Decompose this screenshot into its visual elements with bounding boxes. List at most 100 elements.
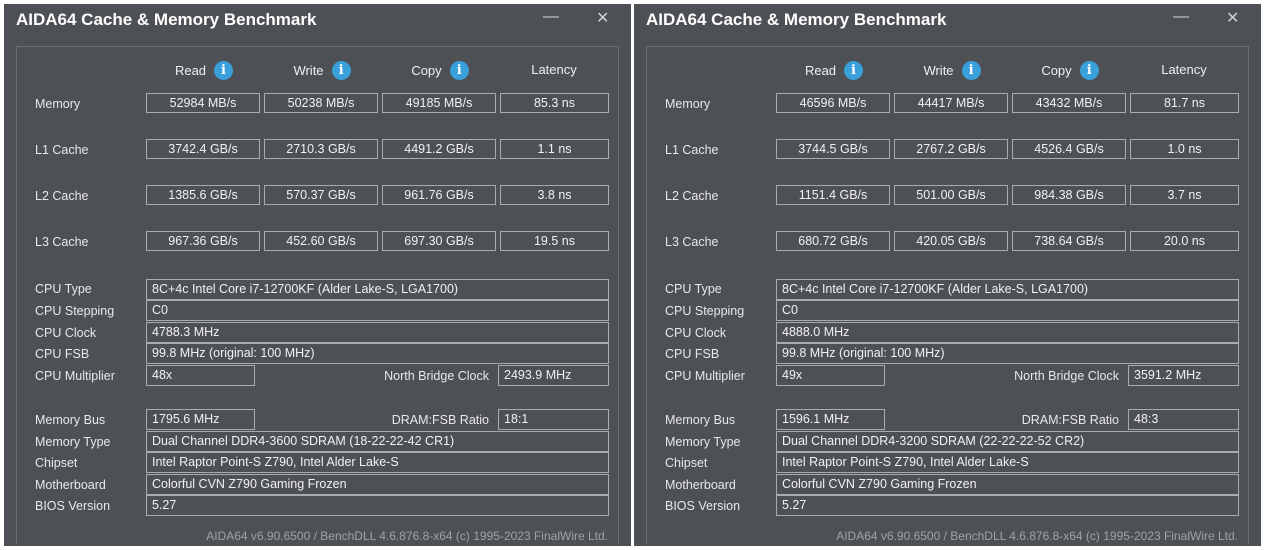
memory-type-label: Memory Type (665, 435, 741, 449)
minimize-icon[interactable]: — (543, 8, 559, 26)
l2-copy-value: 961.76 GB/s (382, 185, 496, 205)
title-bar[interactable]: AIDA64 Cache & Memory Benchmark — ✕ (4, 4, 631, 36)
info-icon[interactable]: i (961, 61, 981, 80)
benchmark-panel: Read i Write i Copy i Latency Memory 46596 … (646, 46, 1249, 544)
cpu-type-value: 8C+4c Intel Core i7-12700KF (Alder Lake-… (146, 279, 609, 300)
cpu-clock-label: CPU Clock (35, 326, 97, 340)
bios-version-value: 5.27 (146, 495, 609, 516)
motherboard-label: Motherboard (665, 478, 736, 492)
dram-fsb-ratio-value: 18:1 (498, 409, 609, 430)
cpu-fsb-label: CPU FSB (35, 347, 90, 361)
row-label-l2-cache: L2 Cache (35, 189, 89, 203)
memory-type-value: Dual Channel DDR4-3200 SDRAM (22-22-22-5… (776, 431, 1239, 452)
info-icon[interactable]: i (1079, 61, 1099, 80)
cpu-stepping-label: CPU Stepping (665, 304, 745, 318)
memory-bus-value: 1596.1 MHz (776, 409, 885, 430)
l2-latency-value: 3.7 ns (1130, 185, 1239, 205)
row-label-memory: Memory (35, 97, 81, 111)
copy-header: Copy i (382, 61, 498, 81)
l1-write-value: 2710.3 GB/s (264, 139, 378, 159)
chipset-value: Intel Raptor Point-S Z790, Intel Alder L… (776, 452, 1239, 473)
latency-header: Latency (500, 61, 608, 81)
cpu-clock-label: CPU Clock (665, 326, 727, 340)
memory-bus-value: 1795.6 MHz (146, 409, 255, 430)
info-icon[interactable]: i (449, 61, 469, 80)
cpu-clock-value: 4788.3 MHz (146, 322, 609, 343)
cpu-fsb-label: CPU FSB (665, 347, 720, 361)
l3-read-value: 680.72 GB/s (776, 231, 890, 251)
copy-header: Copy i (1012, 61, 1128, 81)
row-label-l3-cache: L3 Cache (665, 235, 719, 249)
window-title: AIDA64 Cache & Memory Benchmark (16, 10, 317, 29)
row-label-l2-cache: L2 Cache (665, 189, 719, 203)
chipset-label: Chipset (35, 456, 78, 470)
l1-write-value: 2767.2 GB/s (894, 139, 1008, 159)
cpu-type-value: 8C+4c Intel Core i7-12700KF (Alder Lake-… (776, 279, 1239, 300)
minimize-icon[interactable]: — (1173, 8, 1189, 26)
memory-copy-value: 49185 MB/s (382, 93, 496, 113)
cpu-stepping-label: CPU Stepping (35, 304, 115, 318)
close-icon[interactable]: ✕ (596, 8, 609, 28)
footer-text: AIDA64 v6.90.6500 / BenchDLL 4.6.876.8-x… (206, 529, 608, 543)
memory-read-value: 52984 MB/s (146, 93, 260, 113)
l1-latency-value: 1.1 ns (500, 139, 609, 159)
l1-copy-value: 4491.2 GB/s (382, 139, 496, 159)
l3-read-value: 967.36 GB/s (146, 231, 260, 251)
read-label: Read (804, 63, 837, 78)
north-bridge-clock-label: North Bridge Clock (1014, 369, 1119, 383)
l1-copy-value: 4526.4 GB/s (1012, 139, 1126, 159)
close-icon[interactable]: ✕ (1226, 8, 1239, 28)
row-label-l3-cache: L3 Cache (35, 235, 89, 249)
write-header: Write i (894, 61, 1010, 81)
row-label-l1-cache: L1 Cache (35, 143, 89, 157)
motherboard-value: Colorful CVN Z790 Gaming Frozen (146, 474, 609, 495)
l2-read-value: 1385.6 GB/s (146, 185, 260, 205)
info-icon[interactable]: i (844, 61, 864, 80)
benchmark-window-1: AIDA64 Cache & Memory Benchmark — ✕ Read… (4, 4, 631, 546)
latency-header: Latency (1130, 61, 1238, 81)
latency-label: Latency (531, 62, 577, 78)
memory-latency-value: 85.3 ns (500, 93, 609, 113)
memory-read-value: 46596 MB/s (776, 93, 890, 113)
info-icon[interactable]: i (331, 61, 351, 80)
window-title: AIDA64 Cache & Memory Benchmark (646, 10, 947, 29)
l3-latency-value: 19.5 ns (500, 231, 609, 251)
motherboard-label: Motherboard (35, 478, 106, 492)
cpu-clock-value: 4888.0 MHz (776, 322, 1239, 343)
footer-text: AIDA64 v6.90.6500 / BenchDLL 4.6.876.8-x… (836, 529, 1238, 543)
copy-label: Copy (1041, 63, 1072, 78)
l2-write-value: 570.37 GB/s (264, 185, 378, 205)
benchmark-panel: Read i Write i Copy i Latency Memory 52984 … (16, 46, 619, 544)
copy-label: Copy (411, 63, 442, 78)
write-label: Write (923, 63, 954, 78)
memory-latency-value: 81.7 ns (1130, 93, 1239, 113)
l3-latency-value: 20.0 ns (1130, 231, 1239, 251)
chipset-value: Intel Raptor Point-S Z790, Intel Alder L… (146, 452, 609, 473)
info-icon[interactable]: i (214, 61, 234, 80)
memory-write-value: 44417 MB/s (894, 93, 1008, 113)
cpu-stepping-value: C0 (776, 300, 1239, 321)
l3-write-value: 452.60 GB/s (264, 231, 378, 251)
cpu-type-label: CPU Type (665, 282, 722, 296)
write-header: Write i (264, 61, 380, 81)
memory-write-value: 50238 MB/s (264, 93, 378, 113)
l2-copy-value: 984.38 GB/s (1012, 185, 1126, 205)
memory-type-value: Dual Channel DDR4-3600 SDRAM (18-22-22-4… (146, 431, 609, 452)
dram-fsb-ratio-label: DRAM:FSB Ratio (391, 413, 489, 427)
title-bar[interactable]: AIDA64 Cache & Memory Benchmark — ✕ (634, 4, 1261, 36)
cpu-multiplier-value: 48x (146, 365, 255, 386)
l2-read-value: 1151.4 GB/s (776, 185, 890, 205)
l3-copy-value: 738.64 GB/s (1012, 231, 1126, 251)
l3-copy-value: 697.30 GB/s (382, 231, 496, 251)
read-header: Read i (776, 61, 892, 81)
cpu-multiplier-label: CPU Multiplier (665, 369, 745, 383)
motherboard-value: Colorful CVN Z790 Gaming Frozen (776, 474, 1239, 495)
l1-read-value: 3742.4 GB/s (146, 139, 260, 159)
row-label-memory: Memory (665, 97, 711, 111)
cpu-fsb-value: 99.8 MHz (original: 100 MHz) (146, 343, 609, 364)
l1-latency-value: 1.0 ns (1130, 139, 1239, 159)
dram-fsb-ratio-value: 48:3 (1128, 409, 1239, 430)
read-label: Read (174, 63, 207, 78)
bios-version-label: BIOS Version (35, 499, 111, 513)
l1-read-value: 3744.5 GB/s (776, 139, 890, 159)
